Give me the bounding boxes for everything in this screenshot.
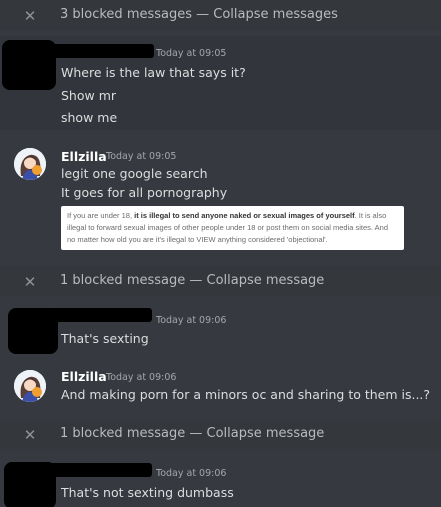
quote-text-start: If you are under 18, [67, 211, 135, 220]
username-redacted[interactable] [50, 308, 152, 322]
message-group: Today at 09:06 That's not sexting dumbas… [0, 458, 441, 507]
avatar-image [14, 370, 46, 402]
blocked-messages-bar[interactable]: ✕ 3 blocked messages — Collapse messages [0, 0, 441, 30]
message-text: That's not sexting dumbass [61, 485, 234, 500]
blocked-messages-bar[interactable]: ✕ 1 blocked message — Collapse message [0, 419, 441, 449]
avatar[interactable] [14, 148, 46, 180]
avatar[interactable] [4, 462, 56, 507]
quote-text-bold: it is illegal to send anyone naked or se… [134, 211, 355, 220]
blocked-messages-text[interactable]: 1 blocked message — Collapse message [60, 273, 324, 288]
blocked-messages-text[interactable]: 1 blocked message — Collapse message [60, 426, 324, 441]
avatar[interactable] [14, 370, 46, 402]
message-text: And making porn for a minors oc and shar… [61, 387, 431, 402]
attached-image[interactable]: If you are under 18, it is illegal to se… [61, 206, 404, 250]
message-group: Today at 09:05 Where is the law that say… [0, 36, 441, 130]
chat-log: ✕ 3 blocked messages — Collapse messages… [0, 0, 441, 507]
message-text: It goes for all pornography [61, 185, 228, 200]
close-icon[interactable]: ✕ [22, 427, 38, 443]
timestamp: Today at 09:05 [106, 151, 177, 162]
avatar-image [14, 148, 46, 180]
close-icon[interactable]: ✕ [22, 8, 38, 24]
timestamp: Today at 09:06 [156, 468, 227, 479]
blocked-messages-text[interactable]: 3 blocked messages — Collapse messages [60, 7, 338, 22]
username-redacted[interactable] [6, 44, 154, 58]
username[interactable]: Ellzilla [61, 149, 107, 164]
timestamp: Today at 09:06 [156, 315, 227, 326]
timestamp: Today at 09:05 [156, 48, 227, 59]
message-text: That's sexting [61, 331, 149, 346]
message-text: Show mr [61, 88, 117, 103]
close-icon[interactable]: ✕ [22, 274, 38, 290]
blocked-messages-bar[interactable]: ✕ 1 blocked message — Collapse message [0, 266, 441, 296]
timestamp: Today at 09:06 [106, 372, 177, 383]
message-group: Today at 09:06 That's sexting [0, 304, 441, 354]
username-redacted[interactable] [50, 463, 152, 477]
message-text: show me [61, 110, 118, 125]
username[interactable]: Ellzilla [61, 369, 107, 384]
message-text: Where is the law that says it? [61, 65, 246, 80]
message-text: legit one google search [61, 166, 208, 181]
